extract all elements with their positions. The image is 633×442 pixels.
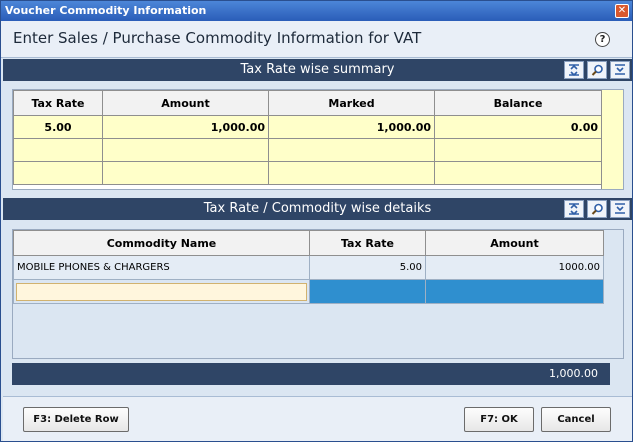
summary-table: Tax Rate Amount Marked Balance 5.00 1,00…	[13, 90, 602, 185]
help-icon[interactable]: ?	[595, 32, 610, 47]
table-row-new[interactable]	[13, 279, 604, 304]
search-icon[interactable]	[587, 61, 607, 79]
expand-icon[interactable]	[610, 200, 630, 218]
column-header-tax-rate[interactable]: Tax Rate	[309, 230, 426, 256]
details-header-row: Commodity Name Tax Rate Amount	[13, 230, 604, 256]
cell-amount[interactable]: 1,000.00	[102, 115, 269, 139]
summary-section-bar: Tax Rate wise summary	[3, 59, 632, 81]
page-title: Enter Sales / Purchase Commodity Informa…	[13, 29, 422, 47]
summary-grid: Tax Rate Amount Marked Balance 5.00 1,00…	[12, 89, 624, 190]
cell-tax-rate[interactable]	[13, 138, 103, 162]
search-icon[interactable]	[587, 200, 607, 218]
details-total-bar: 1,000.00	[12, 363, 610, 385]
cell-balance[interactable]: 0.00	[434, 115, 602, 139]
cell-tax-rate[interactable]	[13, 161, 103, 185]
close-icon[interactable]: ✕	[615, 4, 629, 18]
details-grid: Commodity Name Tax Rate Amount MOBILE PH…	[12, 229, 624, 359]
expand-icon[interactable]	[610, 61, 630, 79]
column-header-tax-rate[interactable]: Tax Rate	[13, 90, 103, 116]
window-titlebar[interactable]: Voucher Commodity Information ✕	[1, 1, 632, 21]
summary-section-title: Tax Rate wise summary	[240, 62, 395, 77]
voucher-commodity-window: Voucher Commodity Information ✕ Enter Sa…	[0, 0, 633, 442]
details-section-bar: Tax Rate / Commodity wise detaiks	[3, 198, 632, 220]
header-area: Enter Sales / Purchase Commodity Informa…	[1, 21, 632, 58]
table-row[interactable]: 5.00 1,000.00 1,000.00 0.00	[13, 115, 602, 139]
summary-toolbar	[564, 61, 630, 79]
details-section-title: Tax Rate / Commodity wise detaiks	[203, 201, 432, 216]
cell-amount[interactable]	[425, 279, 604, 304]
cell-balance[interactable]	[434, 138, 602, 162]
cell-marked[interactable]: 1,000.00	[268, 115, 435, 139]
cell-tax-rate[interactable]: 5.00	[309, 255, 426, 280]
details-total: 1,000.00	[549, 367, 598, 380]
details-toolbar	[564, 200, 630, 218]
cell-marked[interactable]	[268, 161, 435, 185]
ok-button[interactable]: F7: OK	[464, 407, 534, 432]
table-row[interactable]: MOBILE PHONES & CHARGERS 5.00 1000.00	[13, 255, 604, 280]
column-header-amount[interactable]: Amount	[425, 230, 604, 256]
details-table: Commodity Name Tax Rate Amount MOBILE PH…	[13, 230, 604, 304]
summary-header-row: Tax Rate Amount Marked Balance	[13, 90, 602, 116]
cell-marked[interactable]	[268, 138, 435, 162]
table-row[interactable]	[13, 138, 602, 162]
commodity-name-input[interactable]	[16, 282, 307, 301]
column-header-balance[interactable]: Balance	[434, 90, 602, 116]
collapse-icon[interactable]	[564, 61, 584, 79]
cell-tax-rate[interactable]	[309, 279, 426, 304]
column-header-marked[interactable]: Marked	[268, 90, 435, 116]
cancel-button[interactable]: Cancel	[541, 407, 611, 432]
cell-amount[interactable]	[102, 161, 269, 185]
footer: F3: Delete Row F7: OK Cancel	[3, 396, 632, 441]
table-row[interactable]	[13, 161, 602, 185]
summary-filler	[601, 90, 623, 189]
window-title: Voucher Commodity Information	[5, 4, 207, 17]
cell-commodity-name-edit[interactable]	[13, 279, 310, 304]
cell-tax-rate[interactable]: 5.00	[13, 115, 103, 139]
column-header-commodity-name[interactable]: Commodity Name	[13, 230, 310, 256]
collapse-icon[interactable]	[564, 200, 584, 218]
cell-commodity-name[interactable]: MOBILE PHONES & CHARGERS	[13, 255, 310, 280]
cell-amount[interactable]: 1000.00	[425, 255, 604, 280]
column-header-amount[interactable]: Amount	[102, 90, 269, 116]
cell-balance[interactable]	[434, 161, 602, 185]
cell-amount[interactable]	[102, 138, 269, 162]
delete-row-button[interactable]: F3: Delete Row	[23, 407, 129, 432]
